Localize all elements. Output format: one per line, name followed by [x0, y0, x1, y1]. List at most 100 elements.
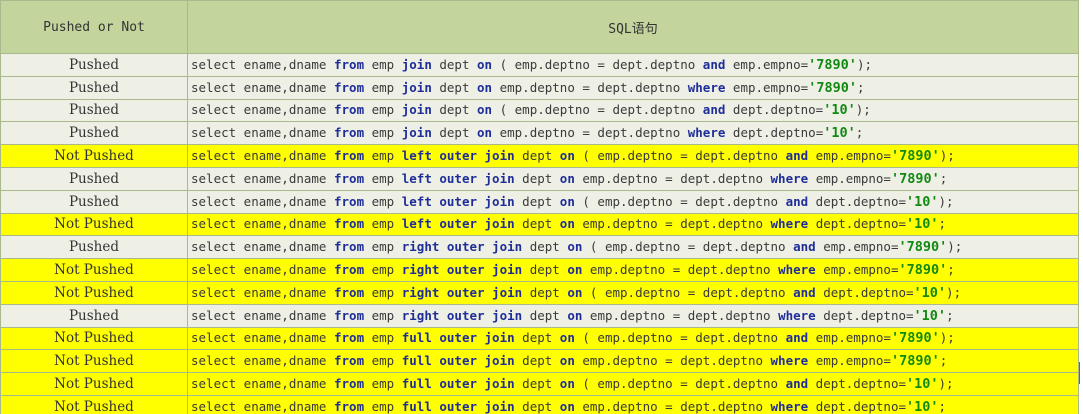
- sql-keyword: from: [334, 148, 365, 164]
- sql-keyword: and: [793, 284, 816, 300]
- sql-keyword: where: [778, 262, 816, 278]
- sql-cell[interactable]: select ename,dname from emp join dept on…: [187, 121, 1079, 146]
- status-cell[interactable]: Pushed: [0, 166, 188, 191]
- sql-keyword: on: [477, 56, 493, 72]
- sql-keyword: where: [770, 216, 809, 232]
- sql-text: );: [855, 102, 871, 118]
- sql-cell[interactable]: select ename,dname from emp left outer j…: [187, 144, 1079, 168]
- sql-cell[interactable]: select ename,dname from emp join dept on…: [187, 98, 1079, 123]
- sql-text: ( emp.deptno = dept.deptno: [574, 376, 786, 392]
- sql-literal: '10': [906, 193, 939, 210]
- sql-text: emp: [364, 353, 402, 369]
- column-header-sql[interactable]: SQL语句: [187, 0, 1079, 54]
- status-cell[interactable]: Pushed: [0, 235, 188, 260]
- sql-keyword: from: [334, 353, 365, 369]
- sql-text: ( emp.deptno = dept.deptno: [582, 284, 794, 300]
- sql-cell[interactable]: select ename,dname from emp left outer j…: [187, 189, 1079, 214]
- sql-text: dept: [522, 284, 568, 300]
- table-row: Pushed select ename,dname from emp left o…: [0, 189, 1079, 214]
- sql-keyword: on: [559, 193, 575, 209]
- status-cell[interactable]: Not Pushed: [0, 212, 188, 237]
- sql-text: select ename,dname: [191, 170, 334, 186]
- sql-text: dept: [514, 353, 560, 369]
- sql-cell[interactable]: select ename,dname from emp right outer …: [187, 235, 1079, 260]
- sql-cell[interactable]: select ename,dname from emp full outer j…: [187, 372, 1079, 396]
- sql-text: dept: [514, 376, 560, 392]
- sql-cell[interactable]: select ename,dname from emp full outer j…: [187, 349, 1079, 374]
- sql-text: select ename,dname: [191, 353, 334, 369]
- table-row: Pushed select ename,dname from emp join d…: [0, 75, 1079, 100]
- sql-text: emp.empno=: [808, 170, 891, 186]
- sql-text: dept: [514, 398, 560, 414]
- status-cell[interactable]: Pushed: [0, 189, 188, 214]
- table-row: Pushed select ename,dname from emp left o…: [0, 166, 1079, 191]
- table-row: Not Pushed select ename,dname from emp fu…: [0, 394, 1079, 414]
- sql-text: dept.deptno=: [808, 216, 907, 232]
- sql-text: );: [947, 239, 963, 255]
- sql-keyword: on: [477, 125, 493, 141]
- status-cell[interactable]: Not Pushed: [0, 372, 188, 396]
- table-row: Pushed select ename,dname from emp right …: [0, 303, 1079, 328]
- table-row: Pushed select ename,dname from emp join d…: [0, 121, 1079, 146]
- sql-text: emp: [364, 102, 402, 118]
- sql-cell[interactable]: select ename,dname from emp right outer …: [187, 258, 1079, 282]
- sql-literal: '7890': [890, 330, 940, 347]
- sql-text: dept: [431, 79, 478, 95]
- sql-text: emp.deptno = dept.deptno: [492, 125, 688, 141]
- sql-cell[interactable]: select ename,dname from emp full outer j…: [187, 394, 1079, 414]
- sql-text: emp.empno=: [815, 239, 899, 255]
- sql-keyword: where: [770, 170, 809, 186]
- pushdown-table: Pushed or Not SQL语句 Pushed select ename,d…: [0, 0, 1079, 414]
- sql-text: ;: [947, 262, 955, 278]
- sql-text: emp.empno=: [815, 262, 899, 278]
- status-cell[interactable]: Not Pushed: [0, 394, 188, 414]
- status-cell[interactable]: Not Pushed: [0, 280, 188, 305]
- sql-cell[interactable]: select ename,dname from emp left outer j…: [187, 166, 1079, 191]
- sql-literal: '7890': [898, 239, 948, 256]
- sql-text: select ename,dname: [191, 307, 334, 323]
- status-cell[interactable]: Not Pushed: [0, 144, 188, 168]
- status-cell[interactable]: Pushed: [0, 121, 188, 146]
- sql-text: emp.deptno = dept.deptno: [574, 216, 771, 232]
- sql-text: dept: [431, 102, 478, 118]
- column-header-status[interactable]: Pushed or Not: [0, 0, 188, 54]
- sql-keyword: from: [334, 102, 365, 118]
- sql-text: dept: [514, 193, 560, 209]
- table-row: Pushed select ename,dname from emp right …: [0, 235, 1079, 260]
- sql-literal: '7890': [890, 353, 940, 370]
- status-cell[interactable]: Not Pushed: [0, 326, 188, 351]
- status-cell[interactable]: Pushed: [0, 75, 188, 100]
- sql-cell[interactable]: select ename,dname from emp join dept on…: [187, 53, 1079, 77]
- sql-keyword: right outer join: [401, 239, 523, 255]
- sql-cell[interactable]: select ename,dname from emp join dept on…: [187, 75, 1079, 100]
- sql-keyword: join: [401, 102, 432, 118]
- sql-text: );: [946, 284, 962, 300]
- sql-cell[interactable]: select ename,dname from emp full outer j…: [187, 326, 1079, 351]
- sql-text: emp.empno=: [808, 353, 891, 369]
- sql-text: emp: [364, 307, 402, 323]
- status-cell[interactable]: Not Pushed: [0, 258, 188, 282]
- sql-text: ( emp.deptno = dept.deptno: [582, 239, 794, 255]
- status-cell[interactable]: Pushed: [0, 53, 188, 77]
- sql-cell[interactable]: select ename,dname from emp left outer j…: [187, 212, 1079, 237]
- sql-keyword: from: [334, 125, 365, 141]
- sql-keyword: where: [687, 79, 726, 95]
- sql-text: );: [939, 330, 955, 346]
- sql-cell[interactable]: select ename,dname from emp right outer …: [187, 303, 1079, 328]
- status-cell[interactable]: Pushed: [0, 303, 188, 328]
- sql-text: select ename,dname: [191, 398, 334, 414]
- status-cell[interactable]: Pushed: [0, 98, 188, 123]
- sql-keyword: right outer join: [401, 284, 523, 300]
- sql-keyword: from: [334, 262, 365, 278]
- sql-keyword: from: [334, 239, 365, 255]
- sql-keyword: full outer join: [401, 330, 515, 346]
- sql-keyword: on: [567, 307, 583, 323]
- sql-cell[interactable]: select ename,dname from emp right outer …: [187, 280, 1079, 305]
- sql-text: emp: [364, 79, 402, 95]
- sql-text: dept.deptno=: [725, 102, 824, 118]
- sql-keyword: from: [334, 330, 365, 346]
- status-cell[interactable]: Not Pushed: [0, 349, 188, 374]
- sql-keyword: from: [334, 284, 365, 300]
- sql-text: emp.deptno = dept.deptno: [574, 353, 771, 369]
- sql-keyword: from: [334, 307, 365, 323]
